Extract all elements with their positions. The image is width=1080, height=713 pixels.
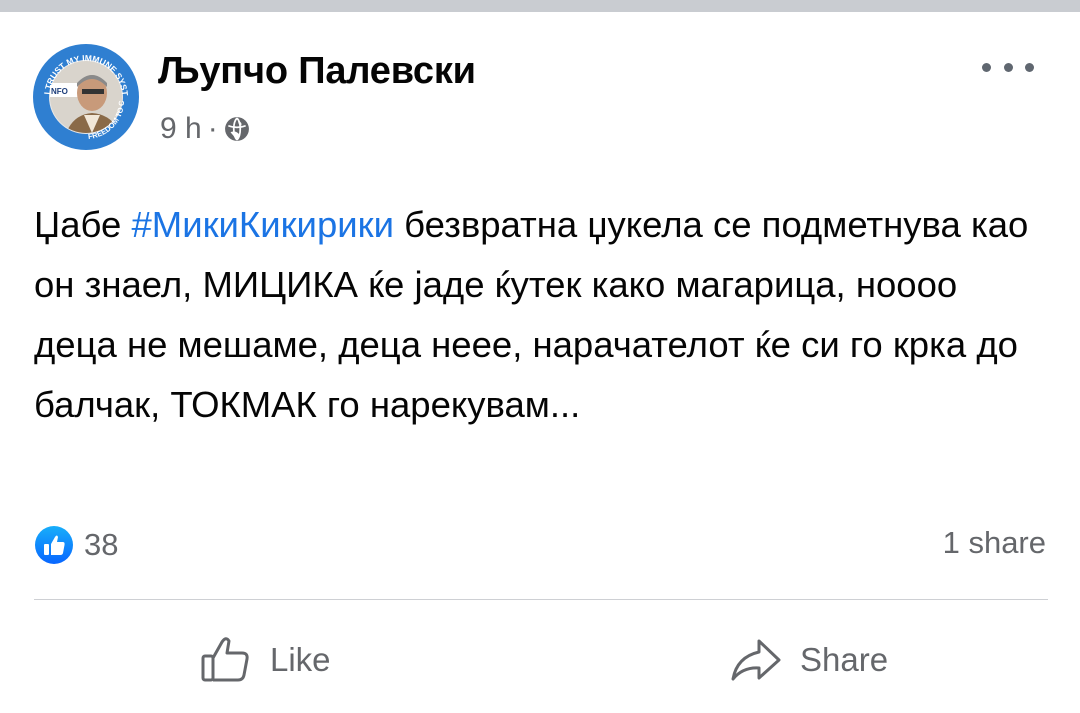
avatar[interactable]: I TRUST MY IMMUNE SYSTEM FREEDOM TO CHOO… — [32, 43, 140, 151]
thumbs-up-icon — [201, 637, 249, 682]
share-arrow-icon — [731, 639, 781, 681]
avatar-image: I TRUST MY IMMUNE SYSTEM FREEDOM TO CHOO… — [32, 43, 139, 150]
author-name[interactable]: Љупчо Палевски — [158, 50, 476, 93]
avatar-badge-text: NFO — [51, 87, 68, 96]
reactions-count: 38 — [84, 527, 119, 562]
globe-icon — [224, 117, 249, 141]
like-icon — [35, 526, 73, 564]
hashtag-link[interactable]: #МикиКикирики — [131, 204, 394, 245]
share-button[interactable]: Share — [728, 628, 888, 692]
reactions-summary[interactable]: 38 — [34, 525, 118, 565]
dot-icon — [1003, 62, 1013, 72]
share-count[interactable]: 1 share — [943, 525, 1046, 561]
top-strip — [0, 0, 1080, 12]
post-time[interactable]: 9 h — [160, 112, 202, 146]
post-text-before: Џабе — [34, 204, 132, 245]
more-options-button[interactable] — [982, 56, 1034, 78]
like-label: Like — [270, 641, 331, 678]
share-label: Share — [800, 641, 889, 678]
dot-icon — [982, 62, 991, 72]
meta-separator: · — [207, 112, 218, 145]
like-button[interactable]: Like — [198, 628, 331, 692]
post-text: Џабе #МикиКикирики безвратна џукела се п… — [34, 195, 1044, 435]
dot-icon — [1025, 62, 1034, 72]
post-meta: 9 h · — [160, 112, 250, 146]
divider — [34, 599, 1048, 600]
